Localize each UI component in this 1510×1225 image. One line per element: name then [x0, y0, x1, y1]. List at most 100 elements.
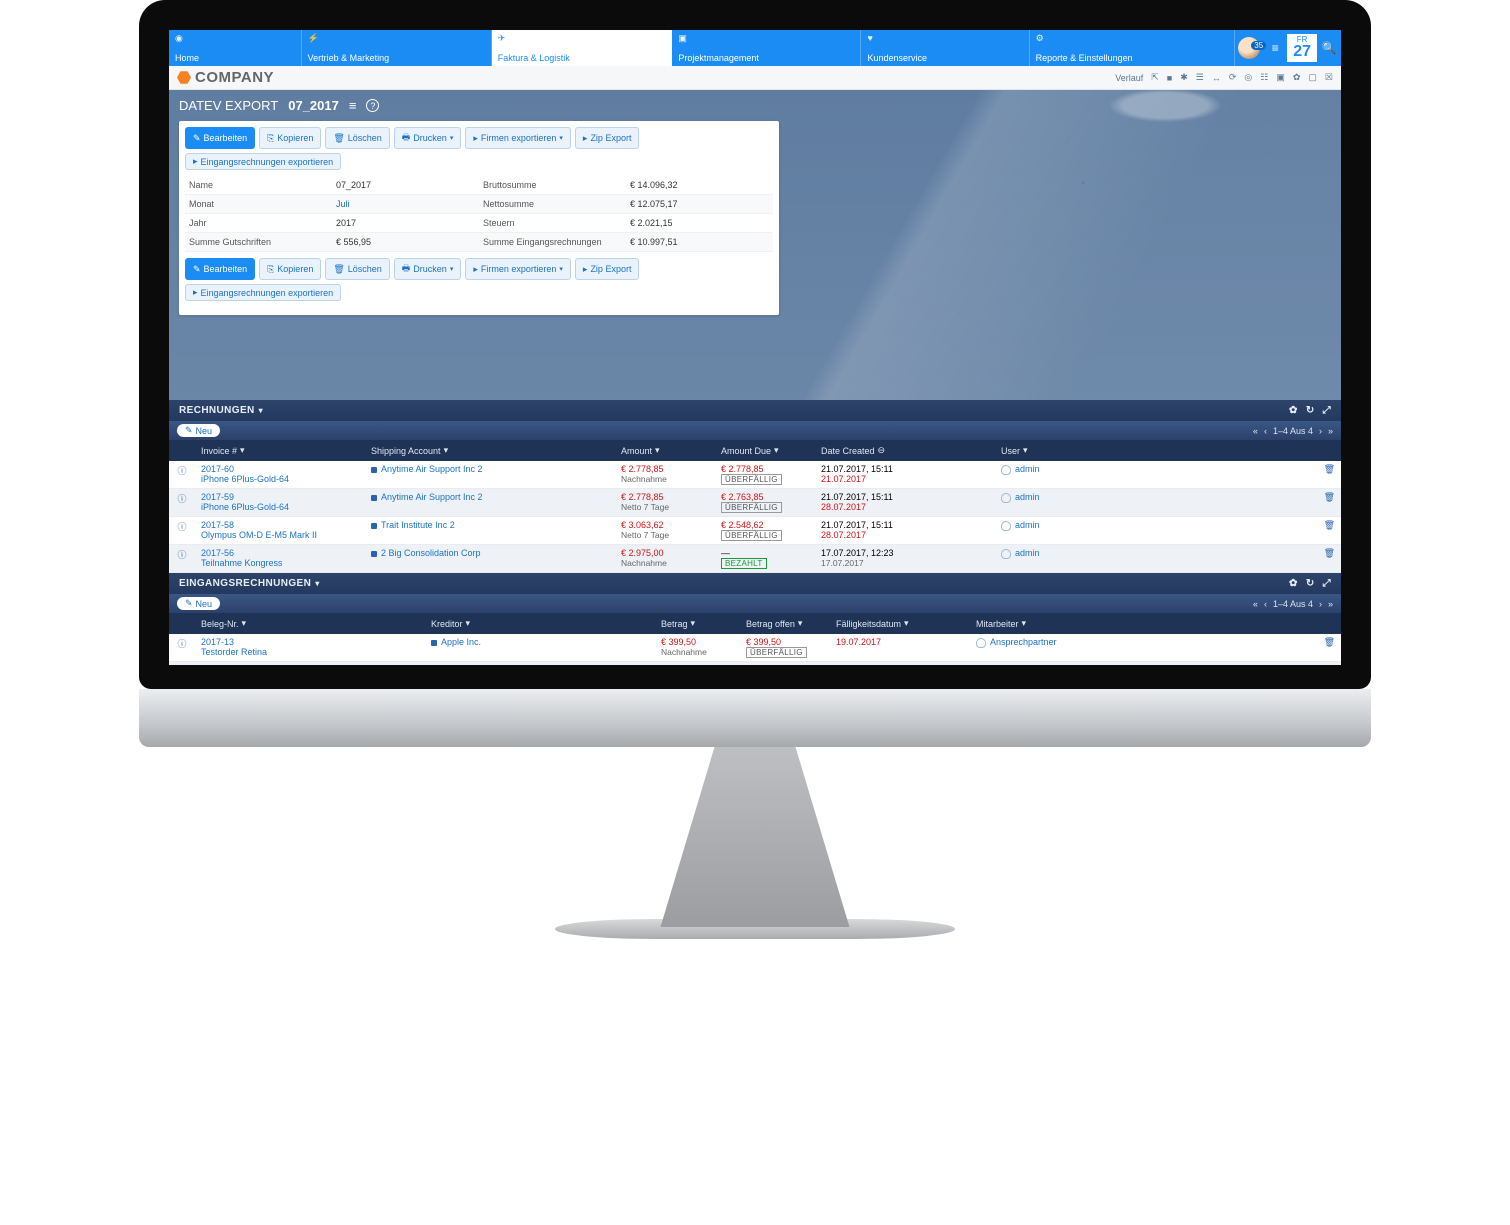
col-offen[interactable]: Betrag offen ▾: [740, 613, 830, 634]
tool-copy-icon[interactable]: ▢: [1308, 72, 1317, 83]
edit-button[interactable]: ✎ Bearbeiten: [185, 258, 255, 280]
tool-user-icon[interactable]: ☰: [1196, 72, 1204, 83]
shipping-link[interactable]: Anytime Air Support Inc 2: [381, 464, 483, 474]
pager-prev-icon[interactable]: ‹: [1264, 426, 1267, 436]
pager-last-icon[interactable]: »: [1328, 599, 1333, 609]
avatar[interactable]: 35: [1238, 37, 1260, 59]
nav-tab-home[interactable]: ◉Home: [169, 30, 302, 66]
col-user[interactable]: User ▾: [995, 440, 1315, 461]
section-expand-icon[interactable]: ⤢: [1323, 578, 1331, 589]
delete-button[interactable]: 🗑 Löschen: [325, 258, 389, 280]
col-beleg[interactable]: Beleg-Nr. ▾: [195, 613, 425, 634]
new-button[interactable]: ✎ Neu: [177, 424, 220, 437]
invoice-link[interactable]: 2017-56: [201, 548, 359, 558]
info-icon[interactable]: ⓘ: [169, 517, 195, 544]
delete-icon[interactable]: 🗑: [1315, 662, 1341, 665]
pager-first-icon[interactable]: «: [1253, 599, 1258, 609]
tool-grid-icon[interactable]: ■: [1167, 73, 1172, 83]
shipping-link[interactable]: Trait Institute Inc 2: [381, 520, 455, 530]
info-icon[interactable]: ⓘ: [169, 662, 195, 665]
invoice-sub[interactable]: iPhone 6Plus-Gold-64: [201, 502, 359, 512]
col-kreditor[interactable]: Kreditor ▾: [425, 613, 655, 634]
tool-expand-icon[interactable]: ↔: [1212, 73, 1221, 83]
col-due[interactable]: Amount Due ▾: [715, 440, 815, 461]
invoice-sub[interactable]: Olympus OM-D E-M5 Mark II: [201, 530, 359, 540]
user-link[interactable]: admin: [1001, 520, 1040, 530]
copy-button[interactable]: ⎘ Kopieren: [259, 258, 321, 280]
tool-delete-icon[interactable]: ☒: [1325, 72, 1333, 83]
pager-next-icon[interactable]: ›: [1319, 426, 1322, 436]
tool-star-icon[interactable]: ✱: [1180, 72, 1188, 83]
pager-next-icon[interactable]: ›: [1319, 599, 1322, 609]
col-date[interactable]: Date Created ⊖: [815, 440, 995, 461]
invoice-link[interactable]: 2017-59: [201, 492, 359, 502]
menu-icon[interactable]: ≡: [1263, 30, 1287, 66]
section-refresh-icon[interactable]: ↻: [1306, 405, 1315, 416]
delete-icon[interactable]: 🗑: [1315, 489, 1341, 516]
info-icon[interactable]: ⓘ: [169, 489, 195, 516]
pager-last-icon[interactable]: »: [1328, 426, 1333, 436]
nav-tab-projektmanagement[interactable]: ▣Projektmanagement: [672, 30, 861, 66]
table-row[interactable]: ⓘ 2017-60iPhone 6Plus-Gold-64 Anytime Ai…: [169, 461, 1341, 489]
export-incoming-button[interactable]: ▸ Eingangsrechnungen exportieren: [185, 284, 341, 301]
zip-export-button[interactable]: ▸ Zip Export: [575, 127, 640, 149]
detail-value[interactable]: Juli: [332, 195, 479, 213]
shipping-link[interactable]: 2 Big Consolidation Corp: [381, 548, 481, 558]
help-icon[interactable]: ?: [366, 99, 379, 112]
info-icon[interactable]: ⓘ: [169, 461, 195, 488]
kreditor-link[interactable]: Apple Inc.: [441, 637, 481, 647]
tool-box-icon[interactable]: ▣: [1276, 72, 1285, 83]
info-icon[interactable]: ⓘ: [169, 634, 195, 661]
col-fall[interactable]: Fälligkeitsdatum ▾: [830, 613, 970, 634]
user-link[interactable]: admin: [1001, 492, 1040, 502]
invoice-sub[interactable]: Teilnahme Kongress: [201, 558, 359, 568]
print-button[interactable]: 🖶 Drucken ▾: [394, 258, 462, 280]
nav-tab-vertrieb-marketing[interactable]: ⚡Vertrieb & Marketing: [302, 30, 492, 66]
date-widget[interactable]: FR 27: [1287, 34, 1317, 62]
zip-export-button[interactable]: ▸ Zip Export: [575, 258, 640, 280]
invoice-sub[interactable]: iPhone 6Plus-Gold-64: [201, 474, 359, 484]
col-invoice[interactable]: Invoice # ▾: [195, 440, 365, 461]
delete-icon[interactable]: 🗑: [1315, 545, 1341, 572]
tool-gear-icon[interactable]: ✿: [1293, 72, 1301, 83]
tool-target-icon[interactable]: ◎: [1244, 72, 1252, 83]
edit-button[interactable]: ✎ Bearbeiten: [185, 127, 255, 149]
delete-icon[interactable]: 🗑: [1315, 634, 1341, 661]
col-mitarbeiter[interactable]: Mitarbeiter ▾: [970, 613, 1315, 634]
mitarbeiter-link[interactable]: Ansprechpartner: [976, 637, 1057, 647]
table-row[interactable]: ⓘ 2017-12Testorder Apple Inc. € 399,50Na…: [169, 662, 1341, 665]
export-firms-button[interactable]: ▸ Firmen exportieren ▾: [465, 127, 571, 149]
beleg-sub[interactable]: Testorder Retina: [201, 647, 419, 657]
company-logo[interactable]: COMPANY: [177, 69, 274, 86]
table-row[interactable]: ⓘ 2017-56Teilnahme Kongress 2 Big Consol…: [169, 545, 1341, 573]
table-row[interactable]: ⓘ 2017-13Testorder Retina Apple Inc. € 3…: [169, 634, 1341, 662]
nav-tab-reporte-einstellungen[interactable]: ⚙Reporte & Einstellungen: [1030, 30, 1236, 66]
copy-button[interactable]: ⎘ Kopieren: [259, 127, 321, 149]
col-shipping[interactable]: Shipping Account ▾: [365, 440, 615, 461]
nav-tab-faktura-logistik[interactable]: ✈Faktura & Logistik: [492, 30, 673, 66]
info-icon[interactable]: ⓘ: [169, 545, 195, 572]
section-expand-icon[interactable]: ⤢: [1323, 405, 1331, 416]
col-amount[interactable]: Amount ▾: [615, 440, 715, 461]
table-row[interactable]: ⓘ 2017-59iPhone 6Plus-Gold-64 Anytime Ai…: [169, 489, 1341, 517]
search-icon[interactable]: 🔍: [1317, 30, 1341, 66]
section-gear-icon[interactable]: ✿: [1289, 405, 1298, 416]
delete-icon[interactable]: 🗑: [1315, 517, 1341, 544]
beleg-link[interactable]: 2017-13: [201, 637, 419, 647]
invoice-link[interactable]: 2017-58: [201, 520, 359, 530]
list-icon[interactable]: ≡: [349, 98, 357, 113]
invoice-link[interactable]: 2017-60: [201, 464, 359, 474]
pager-prev-icon[interactable]: ‹: [1264, 599, 1267, 609]
chevron-down-icon[interactable]: ▾: [315, 579, 319, 588]
nav-tab-kundenservice[interactable]: ♥Kundenservice: [861, 30, 1029, 66]
section-gear-icon[interactable]: ✿: [1289, 578, 1298, 589]
tool-refresh-icon[interactable]: ⟳: [1229, 72, 1237, 83]
tool-plus-icon[interactable]: ☷: [1260, 72, 1268, 83]
chevron-down-icon[interactable]: ▾: [259, 406, 263, 415]
user-link[interactable]: admin: [1001, 548, 1040, 558]
section-refresh-icon[interactable]: ↻: [1306, 578, 1315, 589]
new-button[interactable]: ✎ Neu: [177, 597, 220, 610]
shipping-link[interactable]: Anytime Air Support Inc 2: [381, 492, 483, 502]
tool-pin-icon[interactable]: ⇱: [1151, 72, 1159, 83]
user-link[interactable]: admin: [1001, 464, 1040, 474]
